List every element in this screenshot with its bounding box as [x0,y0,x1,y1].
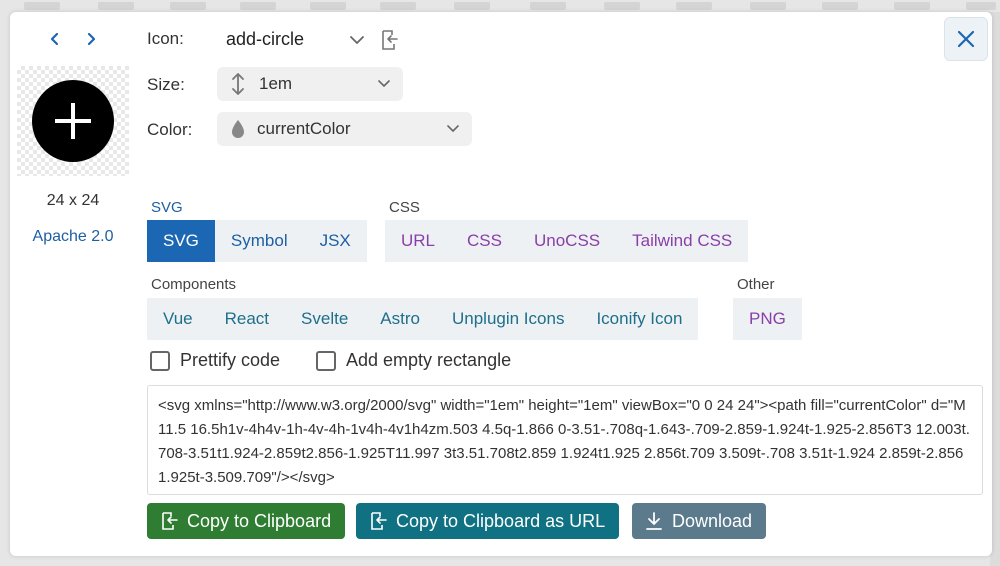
bg-ghost-2 [98,2,134,10]
tab-vue[interactable]: Vue [147,298,209,340]
next-icon-button[interactable] [79,27,103,51]
copy-to-clipboard-button[interactable]: Copy to Clipboard [147,503,346,539]
close-icon [957,30,975,48]
chevron-down-icon [378,80,390,87]
copy-label: Copy to Clipboard [187,510,332,531]
icon-details-panel: 24 x 24 Apache 2.0 Icon: add-circle Size… [10,12,992,556]
code-output[interactable]: <svg xmlns="http://www.w3.org/2000/svg" … [147,385,983,495]
tab-unplugin-icons[interactable]: Unplugin Icons [436,298,580,340]
other-section-title: Other [737,276,775,293]
copy-as-url-button[interactable]: Copy to Clipboard as URL [356,503,620,539]
bg-ghost-1 [24,2,60,10]
tab-svelte[interactable]: Svelte [285,298,364,340]
tab-url[interactable]: URL [385,220,451,262]
prettify-checkbox[interactable] [150,350,170,371]
download-label: Download [672,510,753,531]
color-select[interactable]: currentColor [217,112,472,146]
icon-dropdown-toggle[interactable] [348,31,368,51]
prettify-label: Prettify code [180,350,281,370]
size-label: Size: [147,75,185,94]
css-section-title: CSS [389,199,420,216]
clipboard-arrow-icon [382,30,398,50]
bg-ghost-5 [310,2,346,10]
license-link[interactable]: Apache 2.0 [17,228,129,246]
svg-section-title: SVG [151,199,183,216]
tab-svg[interactable]: SVG [147,220,215,262]
prev-icon-button[interactable] [43,27,67,51]
empty-rectangle-option[interactable]: Add empty rectangle [316,350,511,371]
tab-symbol[interactable]: Symbol [215,220,304,262]
bg-ghost-3 [170,2,206,10]
bg-ghost-7 [454,2,490,10]
tab-astro[interactable]: Astro [364,298,436,340]
clipboard-icon [371,512,387,530]
tab-jsx[interactable]: JSX [304,220,367,262]
css-tab-group: URL CSS UnoCSS Tailwind CSS [385,220,749,262]
bg-ghost-9 [604,2,640,10]
color-value: currentColor [257,119,351,138]
bg-ghost-13 [894,2,930,10]
size-select[interactable]: 1em [217,67,403,101]
icon-preview [17,66,129,176]
tab-css[interactable]: CSS [451,220,518,262]
bg-ghost-8 [530,2,566,10]
copy-url-label: Copy to Clipboard as URL [396,510,606,531]
empty-rectangle-checkbox[interactable] [316,350,336,371]
chevron-down-icon [447,125,459,132]
close-button[interactable] [944,17,988,61]
components-section-title: Components [151,276,237,293]
svg-tab-group: SVG Symbol JSX [147,220,367,262]
icon-dimensions: 24 x 24 [46,192,100,209]
tab-tailwind-css[interactable]: Tailwind CSS [616,220,748,262]
download-icon [646,512,662,530]
chevron-down-icon [350,36,364,44]
tab-png[interactable]: PNG [733,298,802,340]
tab-react[interactable]: React [209,298,285,340]
bg-ghost-11 [750,2,786,10]
vertical-arrows-icon [232,73,244,95]
icon-select-button[interactable] [378,28,402,52]
icon-name-value: add-circle [226,29,305,49]
chevron-left-icon [50,32,59,46]
icon-label: Icon: [147,29,184,48]
bg-ghost-4 [240,2,276,10]
other-tab-group: PNG [733,298,802,340]
tab-iconify-icon[interactable]: Iconify Icon [580,298,698,340]
bg-ghost-6 [380,2,416,10]
bg-ghost-10 [676,2,712,10]
components-tab-group: Vue React Svelte Astro Unplugin Icons Ic… [147,298,699,340]
background-toolbar [0,0,1000,12]
bg-ghost-14 [966,2,996,10]
bg-ghost-12 [822,2,858,10]
color-drop-icon [232,120,244,138]
size-value: 1em [259,74,293,93]
add-circle-icon [32,80,114,162]
clipboard-icon [162,512,178,530]
tab-unocss[interactable]: UnoCSS [518,220,616,262]
empty-rectangle-label: Add empty rectangle [346,350,512,370]
download-button[interactable]: Download [632,503,767,539]
chevron-right-icon [87,32,96,46]
color-label: Color: [147,120,193,139]
prettify-code-option[interactable]: Prettify code [150,350,280,371]
